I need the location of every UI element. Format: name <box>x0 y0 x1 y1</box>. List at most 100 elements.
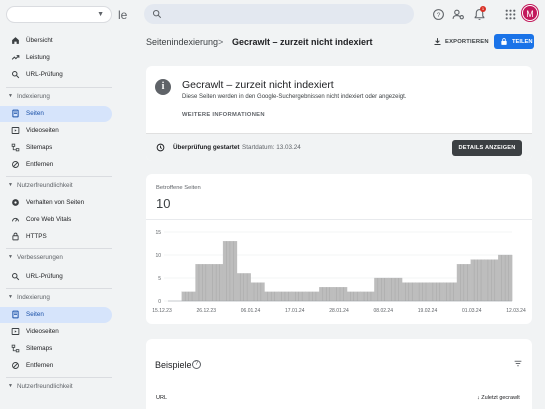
user-settings-icon[interactable] <box>452 8 465 21</box>
sidebar-item-label: Seiten <box>26 311 44 318</box>
sidebar-item-videoseiten[interactable]: Videoseiten <box>0 324 112 340</box>
x-tick-label: 15.12.23 <box>152 308 172 314</box>
x-tick-label: 28.01.24 <box>329 308 349 314</box>
sidebar-item-sitemaps[interactable]: Sitemaps <box>0 140 112 156</box>
help-icon[interactable]: ? <box>432 8 445 21</box>
last-crawled-label: Zuletzt gecrawlt <box>481 395 520 401</box>
affected-pages-chart-card: Betroffene Seiten 10 0 5 10 15 15.12.23 26.12… <box>146 174 532 324</box>
sidebar-section-nutzerfreundlichkeit[interactable]: ▼ Nutzerfreundlichkeit <box>0 381 112 393</box>
metric-label: Betroffene Seiten <box>156 185 201 191</box>
sidebar-item-label: Videoseiten <box>26 127 59 134</box>
sitemap-icon <box>11 344 20 353</box>
home-icon <box>12 37 19 44</box>
lock-icon <box>12 232 19 241</box>
issue-summary-card: i Gecrawlt – zurzeit nicht indexiert Die… <box>146 66 532 161</box>
examples-title: Beispiele <box>155 360 192 370</box>
sidebar-item-entfernen[interactable]: Entfernen <box>0 157 112 173</box>
search-icon <box>12 273 20 281</box>
metric-divider <box>146 219 532 220</box>
svg-text:?: ? <box>437 12 441 19</box>
sidebar-divider <box>6 248 112 249</box>
sidebar-item-label: URL-Prüfung <box>26 273 63 280</box>
y-tick-label: 5 <box>158 276 161 282</box>
sidebar-item-verhalten-von-seiten[interactable]: Verhalten von Seiten <box>0 195 112 211</box>
x-tick-label: 19.02.24 <box>418 308 438 314</box>
sidebar-section-verbesserungen[interactable]: ▼ Verbesserungen <box>0 252 112 264</box>
sidebar-item-label: Videoseiten <box>26 328 59 335</box>
x-tick-label: 17.01.24 <box>285 308 305 314</box>
sidebar-nav: Übersicht Leistung URL-Prüfung ▼ Indexierung… <box>0 30 118 409</box>
sidebar-item-https[interactable]: HTTPS <box>0 229 112 245</box>
download-icon <box>434 38 441 45</box>
sidebar-item-seiten[interactable]: Seiten <box>0 106 112 122</box>
examples-card: Beispiele ? URL ↓ Zuletzt gecrawlt <box>146 339 532 409</box>
property-selector[interactable]: ▼ <box>6 6 112 23</box>
sidebar-item-entfernen[interactable]: Entfernen <box>0 358 112 374</box>
sidebar-item-url-prüfung[interactable]: URL-Prüfung <box>0 269 112 285</box>
video-pages-icon <box>11 328 20 335</box>
sidebar-section-label: Verbesserungen <box>17 254 63 261</box>
search-icon <box>12 71 20 79</box>
sidebar-section-indexierung[interactable]: ▼ Indexierung <box>0 292 112 304</box>
sidebar-section-label: Nutzerfreundlichkeit <box>17 383 73 390</box>
affected-pages-chart: 0 5 10 15 15.12.23 26.12.23 06.01.24 17.01.24 28… <box>152 230 526 314</box>
sidebar-section-nutzerfreundlichkeit[interactable]: ▼ Nutzerfreundlichkeit <box>0 180 112 192</box>
product-logo-text: le <box>118 8 128 22</box>
page-experience-icon <box>12 199 19 206</box>
sidebar-section-label: Indexierung <box>17 294 50 301</box>
share-button[interactable]: TEILEN <box>494 34 534 49</box>
x-tick-label: 12.03.24 <box>506 308 526 314</box>
notification-badge: 1 <box>480 6 486 12</box>
share-lock-icon <box>501 38 507 45</box>
clock-icon <box>156 143 165 152</box>
breadcrumb-parent[interactable]: Seitenindexierung <box>146 37 218 47</box>
sidebar-divider <box>6 87 112 88</box>
y-tick-label: 0 <box>158 299 161 305</box>
sidebar-section-indexierung[interactable]: ▼ Indexierung <box>0 91 112 103</box>
details-button[interactable]: DETAILS ANZEIGEN <box>452 140 522 156</box>
avatar[interactable]: M <box>522 5 538 21</box>
breadcrumb-separator: > <box>218 37 224 47</box>
sidebar-item-url-prüfung[interactable]: URL-Prüfung <box>0 67 112 83</box>
metric-value: 10 <box>156 196 171 211</box>
search-icon <box>152 9 162 19</box>
pages-icon <box>12 109 19 118</box>
collapse-caret-icon: ▼ <box>8 294 13 300</box>
help-icon[interactable]: ? <box>192 360 201 369</box>
sidebar-item-übersicht[interactable]: Übersicht <box>0 33 112 49</box>
apps-grid-icon[interactable] <box>504 8 517 21</box>
search-input[interactable] <box>144 4 414 24</box>
sitemap-icon <box>11 143 20 152</box>
sidebar-item-label: Sitemaps <box>26 144 53 151</box>
x-tick-label: 01.03.24 <box>462 308 482 314</box>
sidebar-item-label: Entfernen <box>26 362 54 369</box>
page-header: Seitenindexierung > Gecrawlt – zurzeit n… <box>118 30 545 56</box>
validation-status: Überprüfung gestartet <box>173 144 240 151</box>
sidebar-item-sitemaps[interactable]: Sitemaps <box>0 341 112 357</box>
sidebar-item-seiten[interactable]: Seiten <box>0 307 112 323</box>
issue-description: Diese Seiten werden in den Google-Sucher… <box>182 94 407 100</box>
sidebar-item-label: Seiten <box>26 110 44 117</box>
y-tick-label: 10 <box>155 253 161 259</box>
info-icon: i <box>155 79 171 95</box>
sidebar-item-label: Übersicht <box>26 37 53 44</box>
issue-title: Gecrawlt – zurzeit nicht indexiert <box>182 79 334 91</box>
sidebar-item-label: Sitemaps <box>26 345 53 352</box>
pages-icon <box>12 310 19 319</box>
sidebar-item-label: Core Web Vitals <box>26 216 72 223</box>
more-info-link[interactable]: WEITERE INFORMATIONEN <box>182 112 265 118</box>
sidebar-item-videoseiten[interactable]: Videoseiten <box>0 123 112 139</box>
collapse-caret-icon: ▼ <box>8 93 13 99</box>
filter-icon[interactable] <box>513 359 523 368</box>
sidebar-item-label: HTTPS <box>26 233 47 240</box>
remove-icon <box>12 161 19 168</box>
sidebar-divider <box>6 288 112 289</box>
collapse-caret-icon: ▼ <box>8 182 13 188</box>
validation-start-date: Startdatum: 13.03.24 <box>242 144 301 151</box>
top-bar: ▼ le ? 1 M <box>0 0 545 30</box>
column-header-last-crawled[interactable]: ↓ Zuletzt gecrawlt <box>477 395 520 401</box>
y-tick-label: 15 <box>155 230 161 236</box>
sidebar-item-leistung[interactable]: Leistung <box>0 50 112 66</box>
speed-icon <box>12 218 19 222</box>
sidebar-item-core-web-vitals[interactable]: Core Web Vitals <box>0 212 112 228</box>
